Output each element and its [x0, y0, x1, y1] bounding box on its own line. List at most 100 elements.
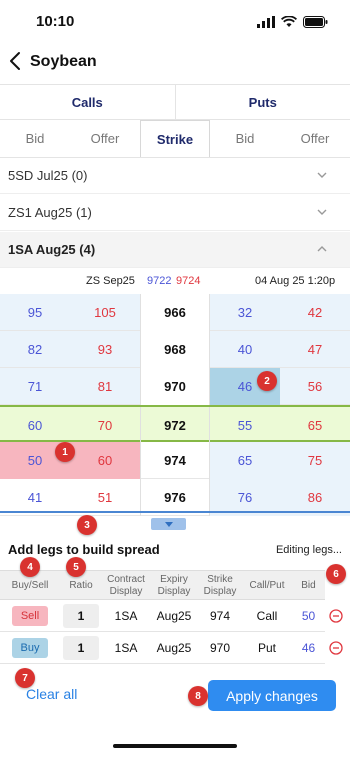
contract-cell: 1SA [114, 641, 138, 655]
chain-row-972-at-the-money: 60 70 972 55 65 [0, 405, 350, 444]
bid-header: Bid [301, 580, 316, 591]
underlying-bid: 9722 [147, 275, 172, 287]
ratio-cell: 1 [60, 600, 102, 632]
side-cell: Buy [0, 632, 60, 664]
put-offer-cell[interactable]: 65 [280, 407, 350, 444]
sell-toggle[interactable]: Sell [12, 606, 48, 626]
home-indicator [113, 744, 237, 748]
option-chain-grid: 95 105 966 32 42 82 93 968 40 47 71 81 9… [0, 294, 350, 516]
call-offer-cell[interactable]: 105 [70, 294, 140, 331]
strike-display-header: Strike Display [203, 574, 237, 597]
strike-cell: 970 [140, 368, 210, 405]
underlying-offer: 9724 [176, 275, 201, 287]
page-title: Soybean [30, 53, 97, 70]
put-bid-header: Bid [235, 131, 255, 146]
call-put-cell: Call [256, 609, 278, 623]
battery-icon [303, 15, 328, 33]
strike-cell: 966 [140, 294, 210, 331]
put-offer-cell[interactable]: 47 [280, 331, 350, 368]
tab-calls[interactable]: Calls [0, 85, 176, 119]
annotation-badge-4: 4 [20, 557, 40, 577]
expiry-group-1sa-aug25[interactable]: 1SA Aug25 (4) [0, 232, 350, 268]
underlying-info-row: ZS Sep25 9722 9724 04 Aug 25 1:20p [0, 268, 350, 294]
caret-down-icon [164, 521, 173, 527]
strike-cell: 974 [140, 442, 210, 479]
tab-puts[interactable]: Puts [176, 85, 350, 119]
bid-cell: 50 [301, 609, 316, 623]
put-offer-cell[interactable]: 42 [280, 294, 350, 331]
call-bid-cell[interactable]: 82 [0, 331, 70, 368]
status-bar: 10:10 [0, 0, 350, 44]
call-bid-cell[interactable]: 60 [0, 407, 70, 444]
editing-status: Editing legs... [275, 544, 342, 556]
put-bid-cell[interactable]: 40 [210, 331, 280, 368]
clear-all-button[interactable]: Clear all [26, 686, 77, 702]
call-offer-cell[interactable]: 81 [70, 368, 140, 405]
expiry-group-label: 1SA Aug25 (4) [8, 242, 96, 257]
put-offer-header: Offer [300, 131, 330, 146]
status-time: 10:10 [36, 13, 75, 30]
put-bid-cell[interactable]: 65 [210, 442, 280, 479]
panel-collapse-handle[interactable] [151, 518, 186, 530]
expiry-group-zs1-aug25[interactable]: ZS1 Aug25 (1) [0, 195, 350, 231]
expiry-group-label: 5SD Jul25 (0) [8, 168, 88, 183]
spread-panel-divider [0, 511, 350, 513]
put-bid-cell[interactable]: 32 [210, 294, 280, 331]
apply-changes-button[interactable]: Apply changes [208, 680, 336, 711]
leg-row: Sell 1 1SA Aug25 974 Call 50 [0, 600, 325, 632]
contract-cell: 1SA [114, 609, 138, 623]
call-bid-header: Bid [25, 131, 45, 146]
call-offer-cell[interactable]: 70 [70, 407, 140, 444]
call-offer-cell[interactable]: 93 [70, 331, 140, 368]
annotation-badge-8: 8 [188, 686, 208, 706]
call-bid-cell[interactable]: 95 [0, 294, 70, 331]
chain-column-headers: Bid Offer Strike Bid Offer [0, 120, 350, 158]
expiry-group-label: ZS1 Aug25 (1) [8, 205, 92, 220]
strike-cell: 974 [209, 609, 231, 623]
call-put-header: Call/Put [249, 580, 285, 591]
ratio-cell: 1 [60, 632, 102, 664]
call-offer-cell[interactable]: 60 [70, 442, 140, 479]
strike-header: Strike [140, 120, 210, 157]
chevron-up-icon [317, 246, 327, 252]
underlying-name: ZS Sep25 [86, 275, 135, 287]
chain-row-970: 71 81 970 46 56 [0, 368, 350, 405]
ratio-input[interactable]: 1 [63, 636, 99, 660]
legs-table-header: Buy/Sell Ratio Contract Display Expiry D… [0, 570, 325, 600]
strike-cell: 970 [209, 641, 231, 655]
status-icons [257, 15, 328, 33]
strike-cell: 972 [140, 407, 210, 444]
put-offer-cell[interactable]: 75 [280, 442, 350, 479]
wifi-icon [280, 15, 298, 33]
leg-row: Buy 1 1SA Aug25 970 Put 46 [0, 632, 325, 664]
calls-puts-tabs: Calls Puts [0, 84, 350, 120]
chain-row-968: 82 93 968 40 47 [0, 331, 350, 368]
remove-leg-icon[interactable] [329, 609, 343, 628]
bid-cell: 46 [301, 641, 316, 655]
back-arrow-icon[interactable] [8, 50, 28, 76]
annotation-badge-3: 3 [77, 515, 97, 535]
chain-row-966: 95 105 966 32 42 [0, 294, 350, 331]
expiry-cell: Aug25 [156, 641, 192, 655]
signal-icon [257, 15, 275, 33]
expiry-cell: Aug25 [156, 609, 192, 623]
call-bid-cell[interactable]: 71 [0, 368, 70, 405]
side-cell: Sell [0, 600, 60, 632]
put-offer-cell[interactable]: 56 [280, 368, 350, 405]
chain-row-974: 50 60 974 65 75 [0, 442, 350, 479]
annotation-badge-5: 5 [66, 557, 86, 577]
expiry-group-5sd-jul25[interactable]: 5SD Jul25 (0) [0, 158, 350, 194]
put-bid-cell[interactable]: 55 [210, 407, 280, 444]
annotation-badge-6: 6 [326, 564, 346, 584]
annotation-badge-2: 2 [257, 371, 277, 391]
annotation-badge-7: 7 [15, 668, 35, 688]
contract-header: Contract Display [107, 574, 145, 597]
chevron-down-icon [317, 209, 327, 215]
chevron-down-icon [317, 172, 327, 178]
buy-toggle[interactable]: Buy [12, 638, 48, 658]
spread-title: Add legs to build spread [8, 542, 160, 557]
annotation-badge-1: 1 [55, 442, 75, 462]
call-put-cell: Put [257, 641, 276, 655]
remove-leg-icon[interactable] [329, 641, 343, 660]
ratio-input[interactable]: 1 [63, 604, 99, 628]
